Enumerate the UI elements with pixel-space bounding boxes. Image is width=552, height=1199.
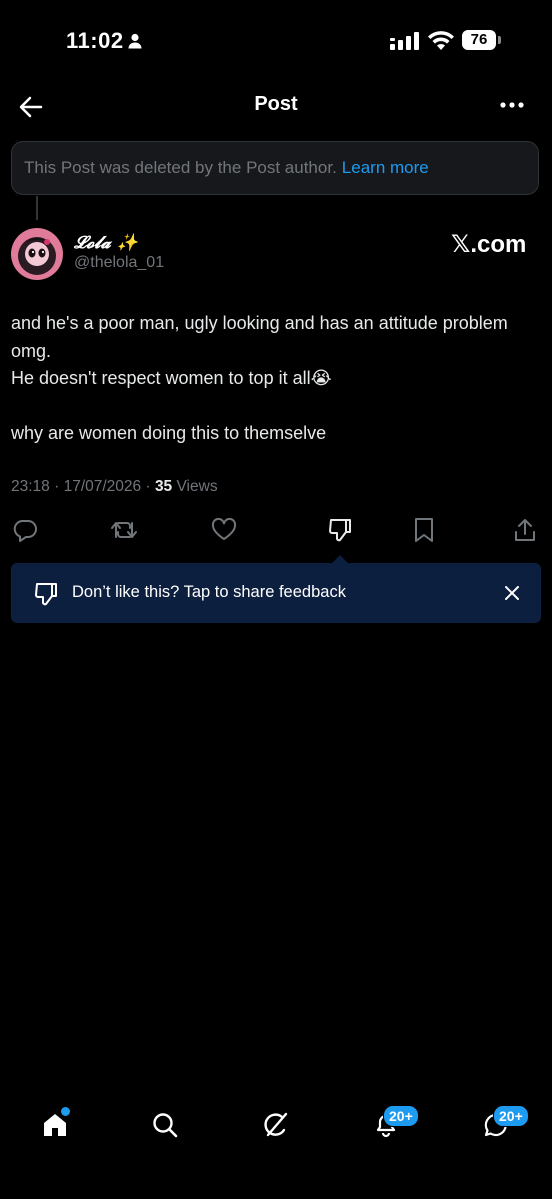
dislike-button[interactable] bbox=[324, 514, 356, 546]
thumbs-down-icon bbox=[35, 583, 57, 606]
thumbs-down-icon bbox=[329, 519, 351, 542]
learn-more-link[interactable]: Learn more bbox=[342, 158, 429, 178]
share-icon bbox=[515, 519, 535, 541]
share-button[interactable] bbox=[509, 514, 541, 546]
nav-search[interactable] bbox=[148, 1108, 182, 1142]
heart-icon bbox=[211, 518, 237, 540]
search-icon bbox=[153, 1113, 178, 1138]
post-time: 23:18 bbox=[11, 478, 50, 495]
author-display-name[interactable]: 𝓛𝓸𝓵𝓪 ✨ bbox=[74, 233, 138, 253]
more-dots-icon bbox=[500, 102, 524, 108]
post-text: and he's a poor man, ugly looking and ha… bbox=[11, 310, 531, 448]
avatar[interactable] bbox=[11, 228, 63, 280]
close-feedback-button[interactable] bbox=[499, 580, 525, 606]
feedback-text: Don’t like this? Tap to share feedback bbox=[72, 583, 346, 601]
source-label: 𝕏.com bbox=[451, 231, 527, 258]
author-handle[interactable]: @thelola_01 bbox=[74, 254, 164, 272]
bookmark-button[interactable] bbox=[408, 514, 440, 546]
feedback-banner[interactable]: Don’t like this? Tap to share feedback bbox=[11, 563, 541, 623]
page-title: Post bbox=[254, 93, 298, 115]
like-button[interactable] bbox=[208, 514, 240, 546]
status-time: 11:02 bbox=[66, 28, 124, 53]
post-line: and he's a poor man, ugly looking and ha… bbox=[11, 313, 508, 361]
nav-grok[interactable] bbox=[259, 1108, 293, 1142]
post-line: why are women doing this to themselve bbox=[11, 423, 327, 443]
repost-button[interactable] bbox=[108, 514, 140, 546]
person-icon bbox=[128, 33, 142, 49]
wifi-icon bbox=[428, 31, 454, 50]
more-options-button[interactable] bbox=[494, 90, 530, 120]
views-count: 35 bbox=[154, 478, 173, 495]
notifications-badge: 20+ bbox=[383, 1105, 419, 1127]
post-meta: 23:18 · 17/07/2026 · 35 Views bbox=[11, 478, 218, 495]
messages-badge: 20+ bbox=[493, 1105, 529, 1127]
reply-icon bbox=[13, 520, 37, 542]
post-line: He doesn't respect women to top it all😭 bbox=[11, 368, 332, 388]
reply-button[interactable] bbox=[9, 514, 41, 546]
home-unread-dot bbox=[60, 1106, 71, 1117]
cellular-signal-icon bbox=[390, 32, 419, 50]
close-icon bbox=[505, 586, 519, 600]
deleted-notice-text: This Post was deleted by the Post author… bbox=[24, 158, 337, 177]
thread-connector-line bbox=[36, 196, 38, 220]
repost-icon bbox=[111, 522, 137, 538]
deleted-post-notice: This Post was deleted by the Post author… bbox=[11, 141, 539, 195]
battery-indicator: 76 bbox=[462, 30, 496, 50]
views-label[interactable]: Views bbox=[177, 478, 218, 495]
avatar-image bbox=[11, 228, 63, 280]
battery-tip bbox=[498, 36, 501, 44]
bookmark-icon bbox=[415, 518, 433, 542]
grok-icon bbox=[264, 1112, 288, 1137]
post-date: 17/07/2026 bbox=[63, 478, 142, 495]
